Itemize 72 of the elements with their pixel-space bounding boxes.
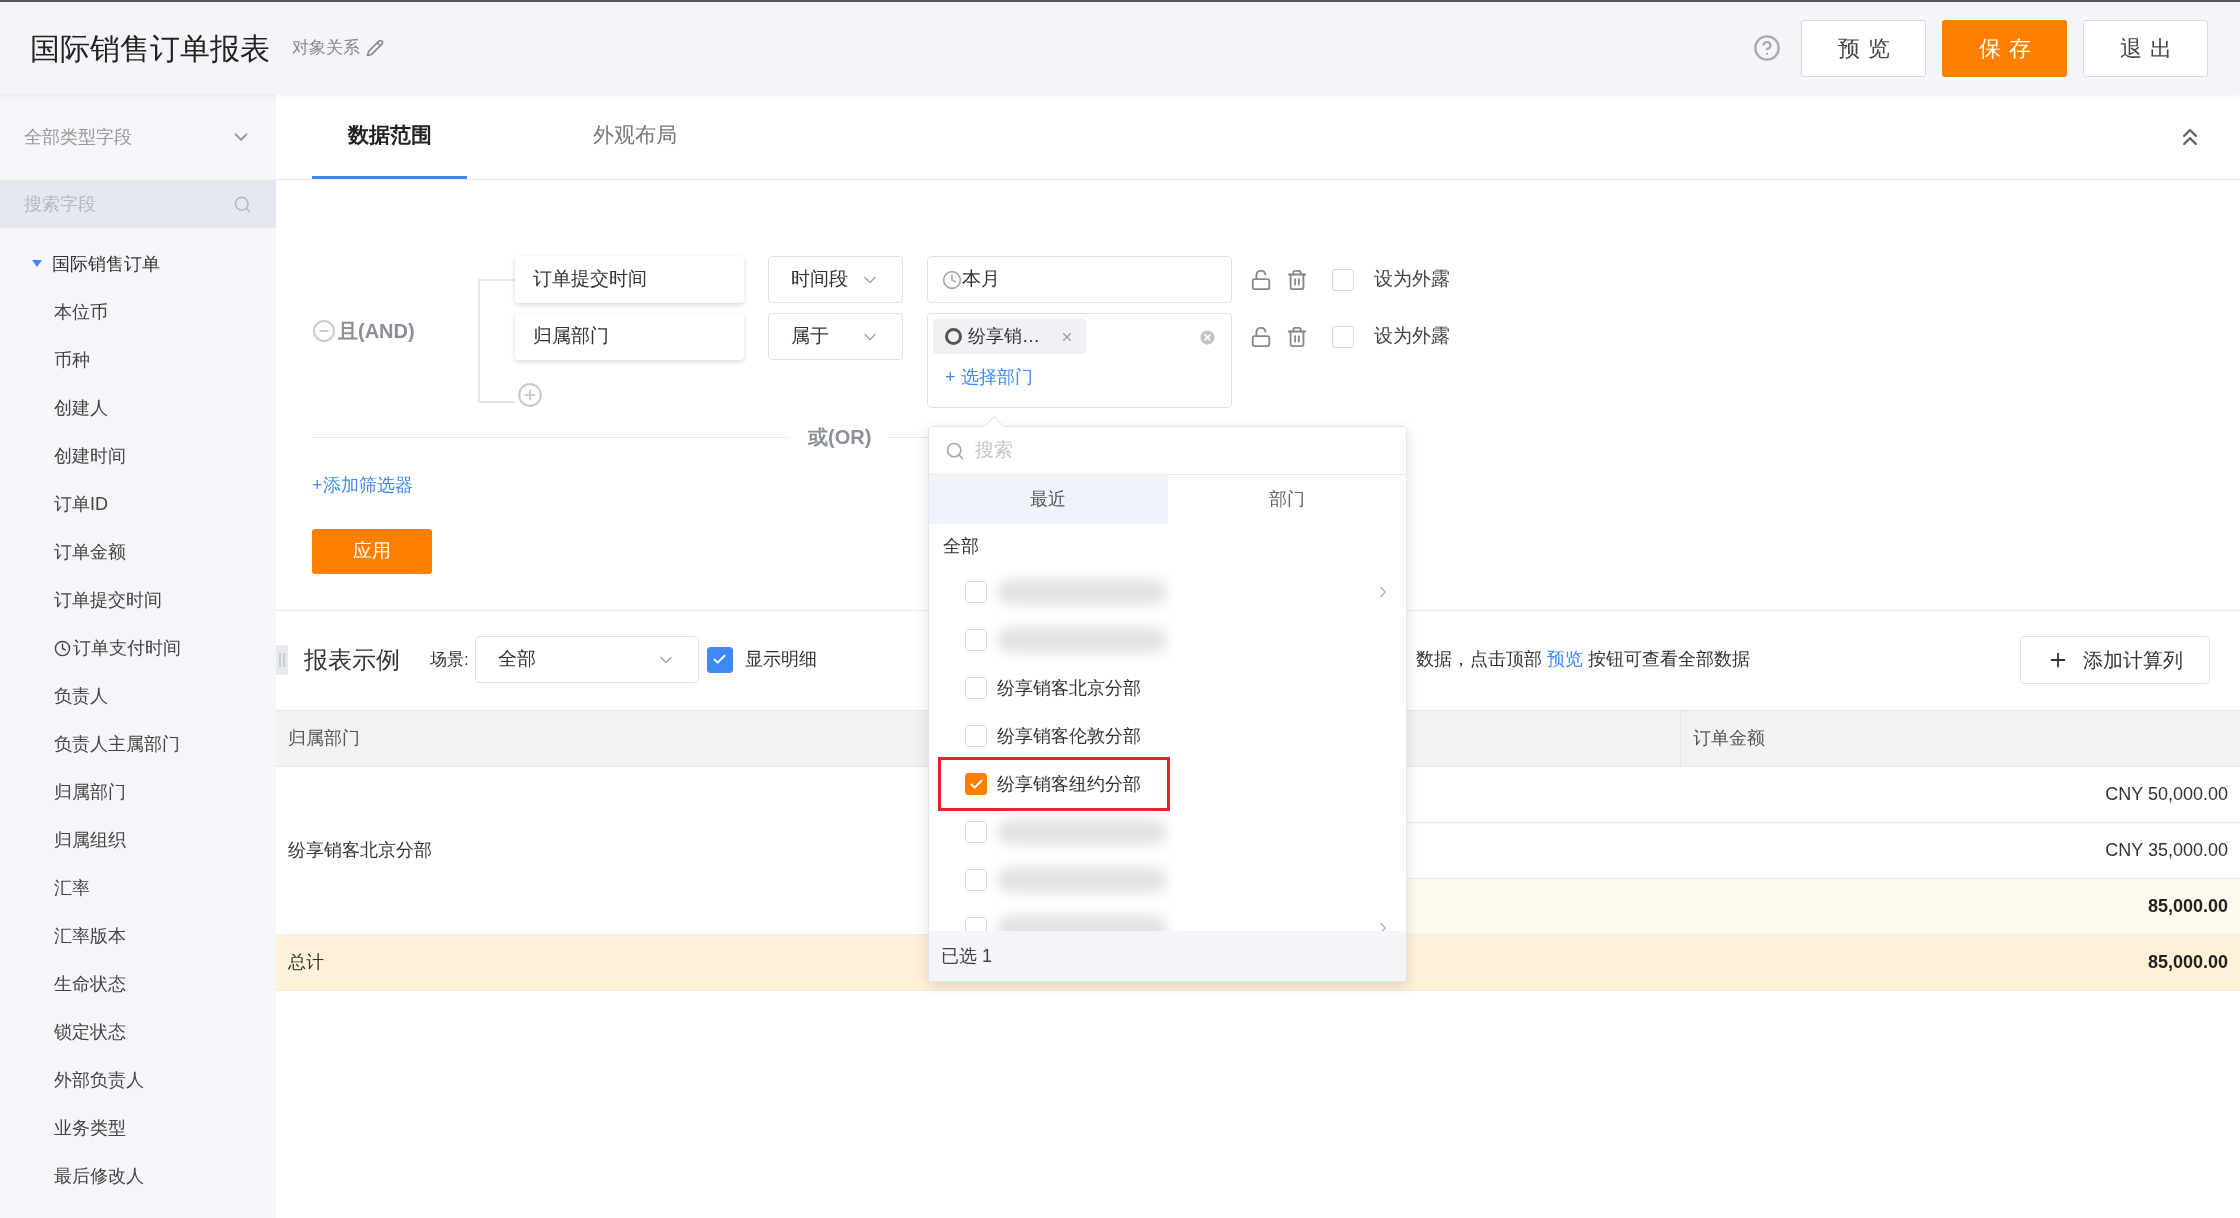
unlock-icon[interactable]: [1250, 268, 1272, 291]
field-item[interactable]: 创建人: [0, 384, 276, 432]
value-field[interactable]: 纷享销… + 选择部门: [927, 313, 1232, 408]
field-item[interactable]: 最后修改人: [0, 1152, 276, 1200]
tree-node[interactable]: 国际销售订单: [0, 240, 276, 288]
field-item[interactable]: 汇率版本: [0, 912, 276, 960]
subtitle-text: 对象关系: [292, 37, 360, 60]
field-item[interactable]: 锁定状态: [0, 1008, 276, 1056]
operator-select[interactable]: 时间段: [768, 256, 903, 303]
page-title: 国际销售订单报表: [30, 30, 270, 67]
caret-icon: [32, 260, 42, 268]
picker-tab[interactable]: 最近: [929, 475, 1168, 524]
field-item[interactable]: 本位币: [0, 288, 276, 336]
clock-icon: [54, 639, 71, 657]
remove-group-icon[interactable]: [312, 319, 336, 343]
field-item[interactable]: 负责人: [0, 672, 276, 720]
scene-label: 场景:: [430, 648, 469, 671]
hint-text: 数据，点击顶部 预览 按钮可查看全部数据: [1415, 648, 1750, 671]
search-icon: [945, 440, 965, 461]
checkbox-label: 设为外露: [1374, 267, 1450, 292]
preview-link[interactable]: 预览: [1547, 649, 1583, 669]
field-item[interactable]: 订单提交时间: [0, 576, 276, 624]
field-item[interactable]: 汇率: [0, 864, 276, 912]
field-item[interactable]: 业务类型: [0, 1104, 276, 1152]
report-title: 报表示例: [304, 644, 400, 675]
value-field[interactable]: 本月: [927, 256, 1232, 303]
and-label: 且(AND): [338, 319, 415, 344]
field-select[interactable]: 订单提交时间: [515, 256, 744, 303]
field-item[interactable]: 创建时间: [0, 432, 276, 480]
field-item[interactable]: 生命状态: [0, 960, 276, 1008]
check-icon: [712, 652, 728, 667]
field-item[interactable]: 订单支付时间: [0, 624, 276, 672]
search-icon: [233, 194, 252, 214]
selected-tag[interactable]: 纷享销…: [933, 319, 1086, 354]
ring-icon: [945, 328, 962, 345]
header-button[interactable]: 预览: [1801, 19, 1926, 77]
delete-icon[interactable]: [1286, 325, 1308, 348]
field-item[interactable]: 归属部门: [0, 768, 276, 816]
checkbox[interactable]: [706, 646, 733, 673]
unlock-icon[interactable]: [1250, 325, 1272, 348]
field-item[interactable]: 币种: [0, 336, 276, 384]
field-item[interactable]: 归属组织: [0, 816, 276, 864]
operator-select[interactable]: 属于: [768, 313, 903, 360]
scene-select[interactable]: 全部: [474, 636, 699, 683]
add-filter-link[interactable]: +添加筛选器: [312, 472, 413, 499]
table-cell: 85,000.00: [1680, 935, 2240, 991]
edit-icon[interactable]: [366, 39, 384, 57]
table-cell: CNY 50,000.00: [1680, 767, 2240, 823]
drag-handle[interactable]: [276, 644, 288, 675]
checkbox-label: 显示明细: [744, 648, 817, 671]
checkbox-label: 设为外露: [1374, 324, 1450, 349]
delete-icon[interactable]: [1286, 268, 1308, 291]
field-item[interactable]: 负责人主属部门: [0, 720, 276, 768]
clock-icon: [942, 269, 962, 290]
field-item[interactable]: 订单金额: [0, 528, 276, 576]
column-header: 订单金额: [1680, 711, 2240, 767]
add-column-button[interactable]: 添加计算列: [2020, 635, 2210, 684]
department-item[interactable]: 纷享销客纽约分部: [938, 757, 1170, 811]
table-cell: 85,000.00: [1680, 879, 2240, 935]
section-label: 全部: [942, 534, 980, 558]
tab[interactable]: 外观布局: [557, 94, 712, 179]
help-icon[interactable]: [1753, 34, 1781, 62]
checkbox[interactable]: [965, 773, 987, 795]
clear-icon[interactable]: [1198, 328, 1217, 347]
tab[interactable]: 数据范围: [312, 94, 467, 179]
picker-footer: 已选 1: [929, 931, 1406, 981]
add-condition-icon[interactable]: [517, 382, 543, 408]
field-select[interactable]: 归属部门: [515, 313, 744, 360]
header-button[interactable]: 退出: [2083, 19, 2208, 77]
field-item[interactable]: 外部负责人: [0, 1056, 276, 1104]
field-item[interactable]: 订单ID: [0, 480, 276, 528]
or-label: 或(OR): [808, 425, 872, 450]
